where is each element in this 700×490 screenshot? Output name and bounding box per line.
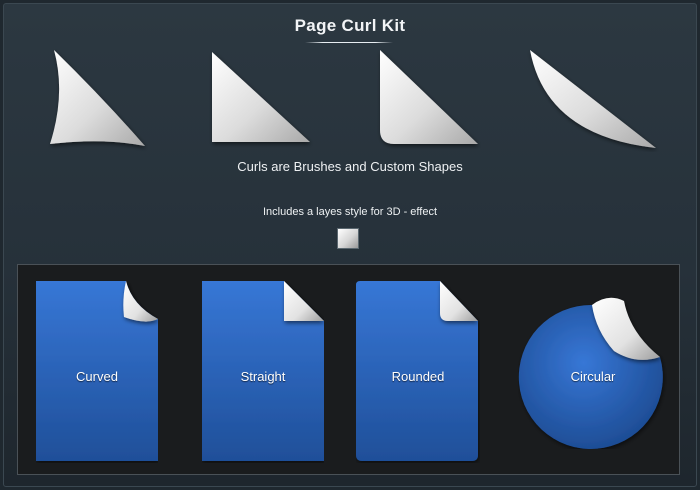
circular-demo-card: Circular — [518, 289, 668, 449]
title-underline — [305, 42, 393, 43]
rounded-curl-shape — [380, 50, 478, 144]
layer-style-caption: Includes a layes style for 3D - effect — [262, 206, 438, 218]
straight-label: Straight — [240, 369, 286, 384]
curved-label: Curved — [76, 369, 118, 384]
circular-curl-shape — [530, 50, 656, 148]
rounded-label: Rounded — [391, 369, 445, 384]
rounded-demo-card: Rounded — [356, 281, 480, 463]
straight-demo-card: Straight — [202, 281, 324, 463]
brushes-caption: Curls are Brushes and Custom Shapes — [237, 159, 463, 174]
layer-style-swatch — [337, 228, 359, 249]
page-title: Page Curl Kit — [294, 16, 406, 35]
circular-label: Circular — [570, 369, 616, 384]
straight-curl-shape — [212, 52, 310, 142]
curved-curl-shape — [50, 50, 145, 146]
demo-panel: Curved Straight Rounded Circular — [17, 264, 680, 475]
curved-demo-card: Curved — [36, 281, 158, 463]
